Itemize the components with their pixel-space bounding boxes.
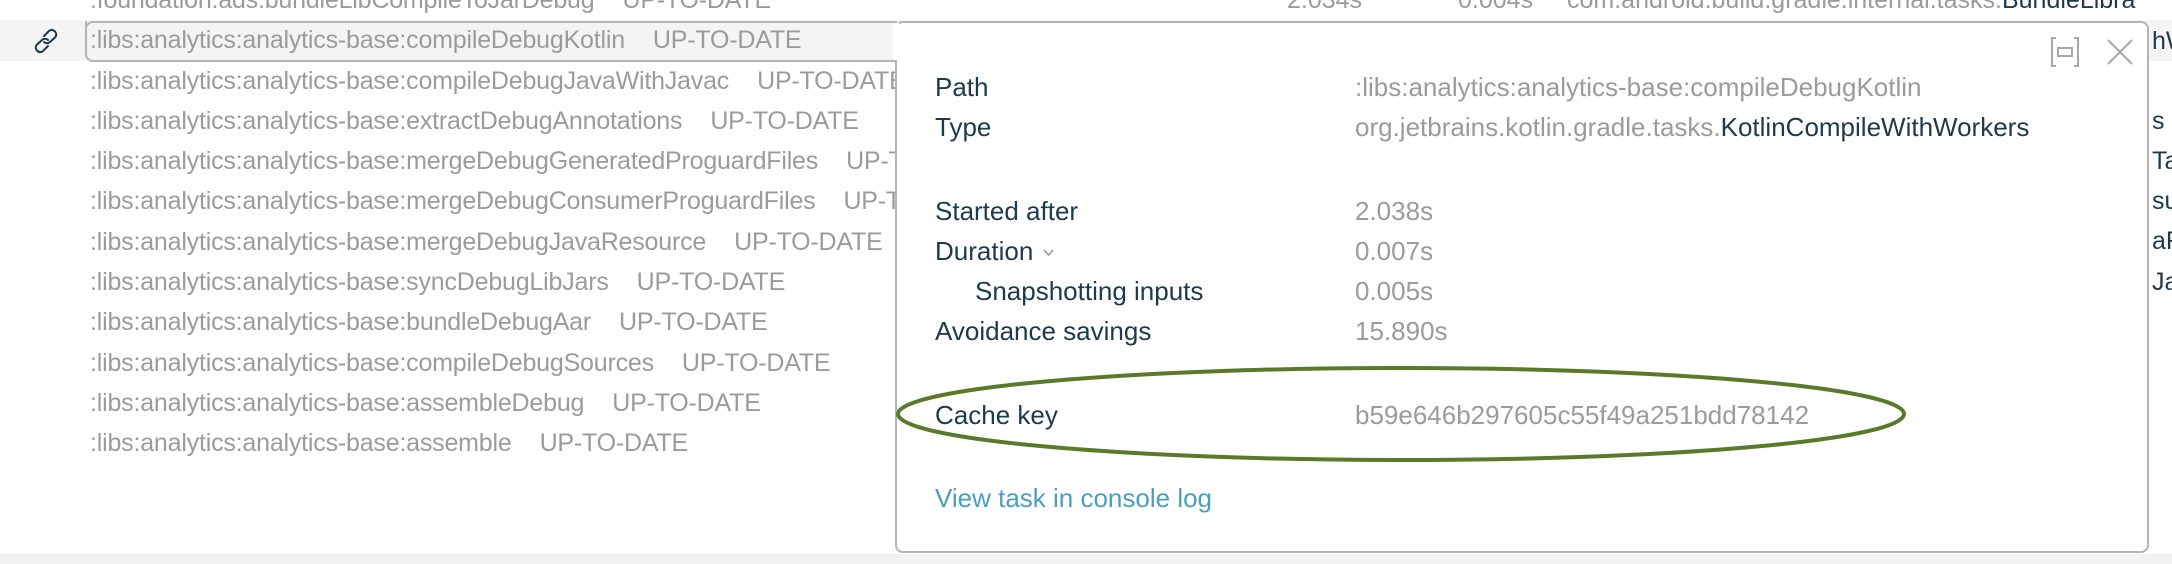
detail-duration: Duration 0.007s	[935, 231, 2085, 271]
type-fragment: aR	[2152, 227, 2172, 255]
view-console-log-link[interactable]: View task in console log	[935, 478, 1212, 518]
task-status: UP-TO-DATE	[652, 26, 802, 55]
task-started: 2.034s	[1287, 0, 1363, 14]
task-status: UP-TO-DATE	[710, 106, 859, 135]
task-name: :libs:analytics:analytics-base:compileDe…	[90, 26, 802, 55]
detail-type: Type org.jetbrains.kotlin.gradle.tasks.K…	[935, 107, 2085, 147]
type-value: org.jetbrains.kotlin.gradle.tasks.Kotlin…	[1355, 112, 2030, 142]
link-icon[interactable]	[32, 28, 60, 54]
page-bottom-band	[0, 554, 2172, 564]
close-icon[interactable]	[2105, 37, 2135, 67]
detail-avoidance-savings: Avoidance savings 15.890s	[935, 311, 2085, 351]
chevron-down-icon[interactable]	[1043, 247, 1054, 258]
task-name: :libs:analytics:analytics-base:mergeDebu…	[90, 227, 883, 256]
path-value: :libs:analytics:analytics-base:compileDe…	[1355, 72, 1922, 102]
task-status: UP-TO-DATE	[619, 308, 768, 337]
selected-row-outline-corner	[85, 21, 95, 62]
task-details-popup: Path :libs:analytics:analytics-base:comp…	[895, 21, 2149, 553]
type-fragment: Ja	[2152, 268, 2172, 296]
type-column-fragments: hW s Tas su aR Ja	[2150, 0, 2172, 564]
snapshotting-label: Snapshotting inputs	[975, 276, 1204, 306]
type-fragment: su	[2152, 187, 2172, 215]
path-label: Path	[935, 72, 989, 102]
task-status: UP-TO-DATE	[539, 429, 689, 458]
task-status: UP-TO-DATE	[757, 66, 906, 95]
task-status: UP-TO-DATE	[612, 388, 761, 417]
task-name: :libs:analytics:analytics-base:assemble U…	[90, 429, 689, 458]
task-name: :libs:analytics:analytics-base:mergeDebu…	[90, 181, 992, 221]
snapshotting-value: 0.005s	[1355, 276, 1434, 306]
task-name: :libs:analytics:analytics-base:compileDe…	[90, 66, 906, 95]
started-after-value: 2.038s	[1355, 196, 1434, 226]
task-duration: 0.004s	[1458, 0, 1534, 14]
task-name: :libs:analytics:analytics-base:assembleD…	[90, 388, 761, 417]
task-name: :libs:analytics:analytics-base:compileDe…	[90, 348, 831, 377]
avoidance-savings-value: 15.890s	[1355, 316, 1448, 346]
type-fragment: Tas	[2152, 147, 2172, 175]
task-name: :libs:analytics:analytics-base:extractDe…	[90, 106, 859, 135]
task-row[interactable]: :foundation:ads:bundleLibCompileToJarDeb…	[0, 0, 2172, 20]
type-label: Type	[935, 112, 992, 142]
cache-key-label: Cache key	[935, 400, 1058, 430]
task-status: UP-TO-DATE	[734, 227, 883, 256]
task-name: :foundation:ads:bundleLibCompileToJarDeb…	[90, 0, 771, 20]
type-fragment: hW	[2152, 27, 2172, 55]
collapse-panel-icon[interactable]	[2050, 37, 2080, 67]
avoidance-savings-label: Avoidance savings	[935, 316, 1152, 346]
duration-value: 0.007s	[1355, 236, 1434, 266]
task-name: :libs:analytics:analytics-base:bundleDeb…	[90, 308, 768, 337]
popup-tab-join	[893, 23, 899, 60]
task-status: UP-TO-DATE	[636, 268, 786, 297]
detail-started-after: Started after 2.038s	[935, 191, 2085, 231]
cache-key-value[interactable]: b59e646b297605c55f49a251bdd78142	[1355, 395, 1809, 435]
task-name: :libs:analytics:analytics-base:syncDebug…	[90, 268, 786, 297]
detail-path: Path :libs:analytics:analytics-base:comp…	[935, 67, 2085, 107]
type-fragment: s	[2152, 107, 2165, 135]
detail-cache-key: Cache key b59e646b297605c55f49a251bdd781…	[935, 395, 2085, 435]
duration-toggle[interactable]: Duration	[935, 231, 1054, 271]
task-status: UP-TO-DATE	[681, 348, 831, 377]
task-type: com.android.build.gradle.internal.tasks.…	[1567, 0, 2136, 14]
selected-row-outline-bottom	[93, 60, 897, 62]
detail-snapshotting: Snapshotting inputs 0.005s	[935, 271, 2085, 311]
task-status: UP-TO-DATE	[622, 0, 771, 14]
started-after-label: Started after	[935, 196, 1079, 226]
task-name: :libs:analytics:analytics-base:mergeDebu…	[90, 141, 995, 181]
